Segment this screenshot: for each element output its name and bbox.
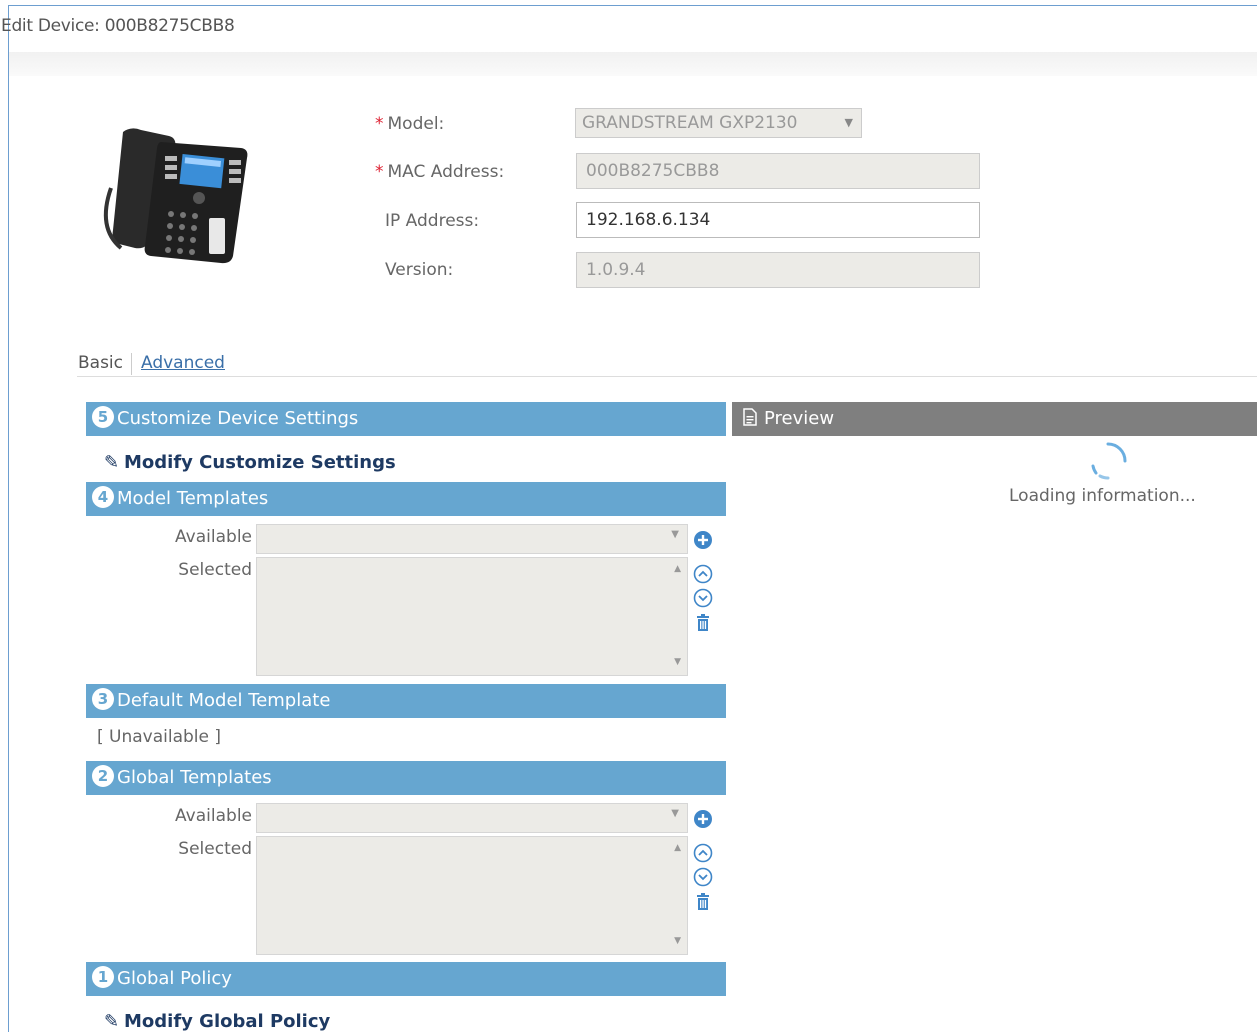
mac-address-field[interactable]: 000B8275CBB8 [576,153,980,189]
plus-circle-icon[interactable] [693,809,713,829]
mac-label-text: MAC Address: [387,162,505,182]
model-templates-available-select[interactable]: ▼ [256,524,688,554]
phone-image [103,128,248,264]
version-label: Version: [385,260,454,280]
step-number: 5 [92,406,114,428]
modify-customize-settings-label: Modify Customize Settings [124,452,396,473]
model-select[interactable]: GRANDSTREAM GXP2130 ▼ [575,108,862,138]
step-number: 2 [92,765,114,787]
ip-label: IP Address: [385,211,480,231]
mac-label: * MAC Address: [375,162,504,182]
required-mark: * [375,162,384,182]
chevron-down-icon: ▼ [844,116,853,129]
section-default-model-template-header: 3 Default Model Template [86,684,726,718]
scroll-down-icon[interactable]: ▼ [674,936,681,946]
section-title: Customize Device Settings [117,408,359,429]
global-templates-available-select[interactable]: ▼ [256,803,688,833]
loading-spinner-icon [1091,442,1127,480]
version-field[interactable]: 1.0.9.4 [576,252,980,288]
model-label: * Model: [375,114,444,134]
arrow-up-circle-icon[interactable] [693,843,713,863]
edit-device-window: Edit Device: 000B8275CBB8 * Model: GRANDS… [1,5,1257,1032]
trash-icon[interactable] [693,613,713,633]
tab-basic[interactable]: Basic [78,353,123,373]
chevron-down-icon: ▼ [671,529,679,540]
scroll-down-icon[interactable]: ▼ [674,657,681,667]
pencil-icon: ✎ [104,1011,120,1032]
plus-circle-icon[interactable] [693,530,713,550]
preview-title: Preview [764,408,835,429]
step-number: 1 [92,966,114,988]
window-titlebar: Edit Device: 000B8275CBB8 [1,6,1257,52]
section-title: Model Templates [117,488,269,509]
default-model-template-value: [ Unavailable ] [97,727,222,747]
section-title: Global Templates [117,767,272,788]
modify-global-policy-label: Modify Global Policy [124,1011,331,1032]
tab-divider [77,376,1257,377]
step-number: 4 [92,486,114,508]
tab-advanced[interactable]: Advanced [141,353,225,373]
chevron-down-icon: ▼ [671,808,679,819]
selected-label: Selected [178,839,252,859]
global-templates-selected-list[interactable]: ▲ ▼ [256,836,688,955]
ip-address-field[interactable]: 192.168.6.134 [576,202,980,238]
arrow-down-circle-icon[interactable] [693,588,713,608]
scroll-up-icon[interactable]: ▲ [674,564,681,574]
available-label: Available [175,806,252,826]
toolbar-strip [9,52,1257,76]
available-label: Available [175,527,252,547]
model-select-value: GRANDSTREAM GXP2130 [582,113,798,133]
arrow-up-circle-icon[interactable] [693,564,713,584]
required-mark: * [375,114,384,134]
window-title: Edit Device: 000B8275CBB8 [1,16,235,36]
model-label-text: Model: [387,114,445,134]
modify-global-policy-link[interactable]: ✎ Modify Global Policy [104,1011,330,1032]
section-customize-header: 5 Customize Device Settings [86,402,726,436]
scroll-up-icon[interactable]: ▲ [674,843,681,853]
tab-separator [131,353,132,375]
section-global-templates-header: 2 Global Templates [86,761,726,795]
step-number: 3 [92,688,114,710]
arrow-down-circle-icon[interactable] [693,867,713,887]
trash-icon[interactable] [693,892,713,912]
pencil-icon: ✎ [104,452,120,473]
loading-text: Loading information... [1009,486,1196,506]
section-title: Global Policy [117,968,232,989]
modify-customize-settings-link[interactable]: ✎ Modify Customize Settings [104,452,396,473]
section-model-templates-header: 4 Model Templates [86,482,726,516]
section-global-policy-header: 1 Global Policy [86,962,726,996]
section-title: Default Model Template [117,690,331,711]
preview-header: Preview [732,402,1257,436]
model-templates-selected-list[interactable]: ▲ ▼ [256,557,688,676]
document-icon [743,408,757,426]
selected-label: Selected [178,560,252,580]
